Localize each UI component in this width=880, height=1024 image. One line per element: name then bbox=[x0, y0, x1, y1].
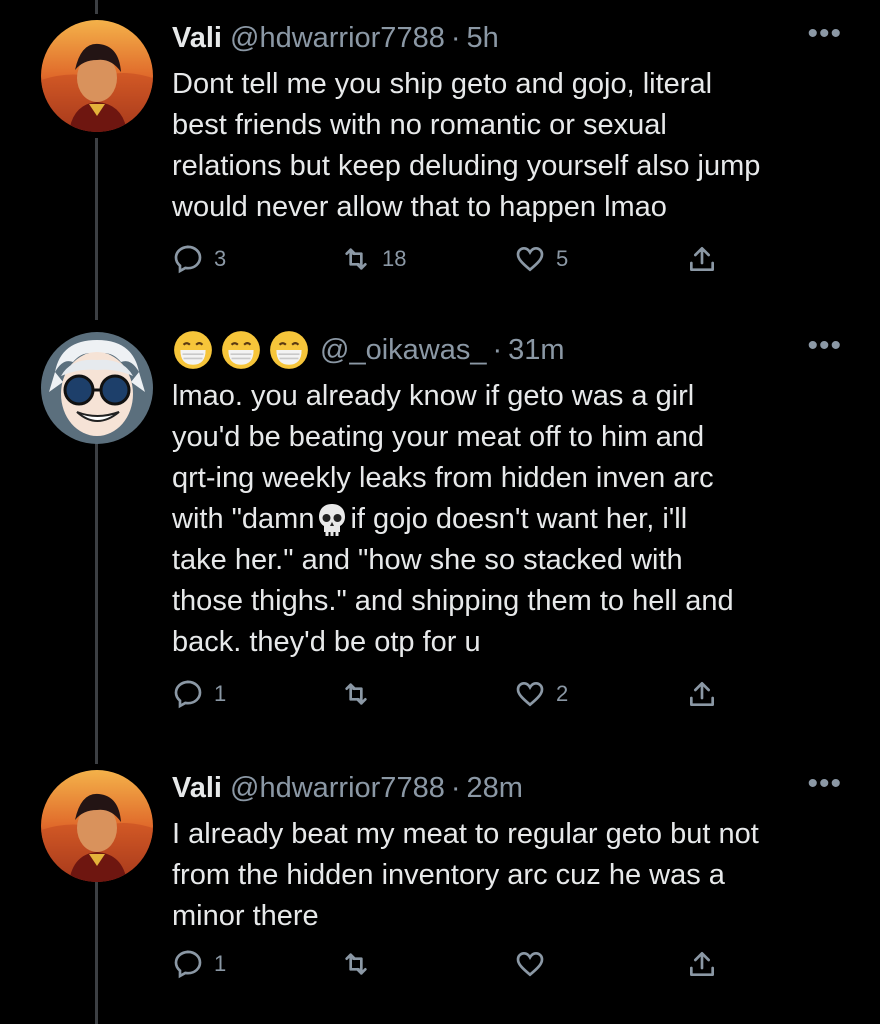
like-button[interactable]: 5 bbox=[514, 243, 568, 275]
tweet-header: Vali @hdwarrior7788 · 5h bbox=[172, 16, 842, 60]
like-button[interactable] bbox=[514, 948, 556, 980]
more-icon[interactable]: ••• bbox=[807, 769, 842, 799]
mask-face-emoji bbox=[270, 331, 308, 369]
avatar[interactable] bbox=[41, 332, 153, 444]
text-line: back. they'd be otp for u bbox=[172, 626, 481, 658]
tweet[interactable]: Vali @hdwarrior7788 · 5h ••• Dont tell m… bbox=[0, 0, 880, 320]
like-icon bbox=[516, 681, 544, 707]
retweet-icon bbox=[345, 683, 367, 705]
like-count: 5 bbox=[556, 246, 569, 271]
user-handle[interactable]: @hdwarrior7788 bbox=[230, 772, 445, 805]
timestamp[interactable]: 28m bbox=[467, 772, 523, 805]
share-button[interactable] bbox=[686, 678, 728, 710]
text-segment: if gojo doesn't want her, i'll bbox=[350, 503, 688, 535]
like-count: 2 bbox=[556, 681, 569, 706]
action-bar: 1 bbox=[172, 948, 732, 988]
reply-button[interactable]: 3 bbox=[172, 243, 226, 275]
tweet[interactable]: Vali @hdwarrior7788 · 28m ••• I already … bbox=[0, 769, 880, 1024]
more-icon[interactable]: ••• bbox=[807, 19, 842, 49]
retweet-icon bbox=[345, 953, 367, 975]
user-handle[interactable]: @hdwarrior7788 bbox=[230, 22, 445, 55]
tweet-header: @_oikawas_ · 31m bbox=[172, 328, 842, 372]
reply-icon bbox=[174, 680, 202, 709]
text-line: take her." and "how she so stacked with bbox=[172, 544, 683, 576]
reply-count: 3 bbox=[214, 246, 227, 271]
tweet-text: I already beat my meat to regular geto b… bbox=[172, 818, 759, 932]
action-bar: 1 2 bbox=[172, 678, 732, 718]
timestamp[interactable]: 5h bbox=[467, 22, 499, 55]
reply-button[interactable]: 1 bbox=[172, 678, 226, 710]
skull-emoji bbox=[319, 504, 346, 537]
retweet-button[interactable] bbox=[340, 678, 382, 710]
mask-face-emoji bbox=[222, 331, 260, 369]
like-button[interactable]: 2 bbox=[514, 678, 568, 710]
separator-dot: · bbox=[450, 21, 461, 54]
reply-icon bbox=[174, 950, 202, 979]
reply-count: 1 bbox=[214, 681, 227, 706]
retweet-button[interactable] bbox=[340, 948, 382, 980]
text-line: you'd be beating your meat off to him an… bbox=[172, 421, 705, 453]
retweet-button[interactable]: 18 bbox=[340, 243, 406, 275]
display-name[interactable]: Vali bbox=[172, 22, 222, 55]
reply-button[interactable]: 1 bbox=[172, 948, 226, 980]
text-segment: with "damn bbox=[172, 503, 315, 535]
user-handle[interactable]: @_oikawas_ bbox=[320, 334, 486, 367]
timestamp[interactable]: 31m bbox=[508, 334, 564, 367]
retweet-icon bbox=[345, 248, 367, 270]
separator-dot: · bbox=[492, 333, 503, 366]
tweet[interactable]: @_oikawas_ · 31m ••• lmao. you already k… bbox=[0, 320, 880, 770]
mask-face-emoji bbox=[174, 331, 212, 369]
like-icon bbox=[516, 246, 544, 272]
tweet-text: lmao. you already know if geto was a gir… bbox=[172, 376, 842, 663]
display-name[interactable]: Vali bbox=[172, 772, 222, 805]
tweet-text: Dont tell me you ship geto and gojo, lit… bbox=[172, 68, 761, 223]
share-icon bbox=[690, 682, 714, 706]
separator-dot: · bbox=[450, 771, 461, 804]
tweet-header: Vali @hdwarrior7788 · 28m bbox=[172, 766, 842, 810]
more-icon[interactable]: ••• bbox=[807, 331, 842, 361]
display-name-emojis[interactable] bbox=[172, 329, 310, 371]
text-line: with "damn if gojo doesn't want her, i'll bbox=[172, 499, 842, 540]
reply-icon bbox=[174, 245, 202, 274]
text-line: those thighs." and shipping them to hell… bbox=[172, 585, 734, 617]
share-icon bbox=[690, 247, 714, 271]
action-bar: 3 18 5 bbox=[172, 243, 732, 283]
share-icon bbox=[690, 952, 714, 976]
retweet-count: 18 bbox=[382, 246, 407, 271]
like-icon bbox=[516, 951, 544, 977]
avatar[interactable] bbox=[41, 20, 153, 132]
share-button[interactable] bbox=[686, 948, 728, 980]
share-button[interactable] bbox=[686, 243, 728, 275]
text-line: qrt-ing weekly leaks from hidden inven a… bbox=[172, 462, 714, 494]
avatar[interactable] bbox=[41, 770, 153, 882]
text-line: lmao. you already know if geto was a gir… bbox=[172, 380, 695, 412]
reply-count: 1 bbox=[214, 951, 227, 976]
